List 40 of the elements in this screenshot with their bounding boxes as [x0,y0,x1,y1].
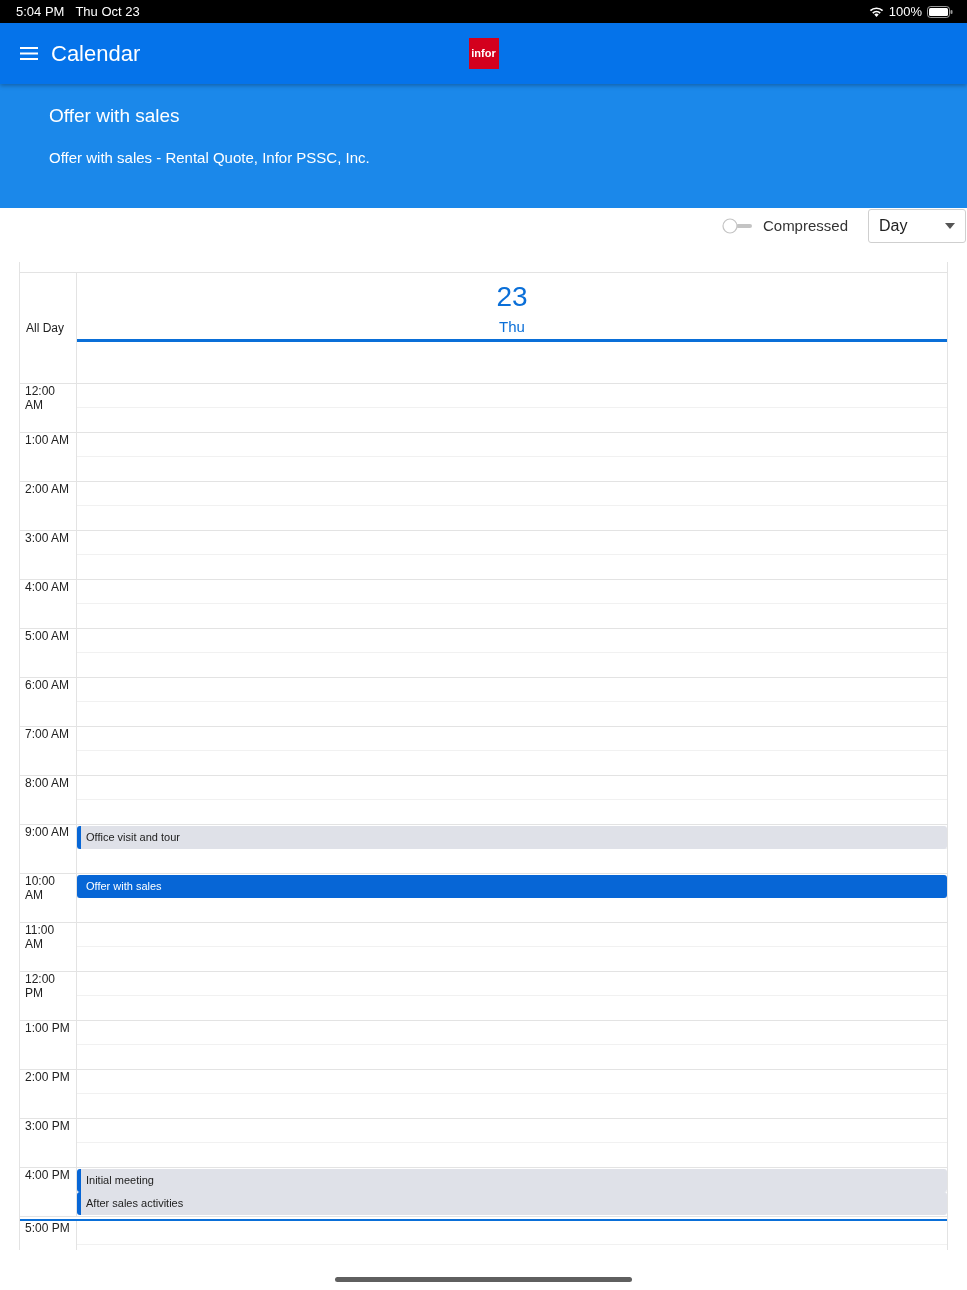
hour-label: 11:00 AM [25,923,56,951]
hour-label: 4:00 PM [25,1168,71,1182]
hour-label: 3:00 AM [25,531,71,545]
battery-icon [927,5,953,18]
battery-percent: 100% [888,2,922,21]
all-day-label: All Day [26,320,64,337]
calendar-event[interactable]: After sales activities [77,1192,947,1215]
hour-label: 2:00 AM [25,482,71,496]
wifi-icon [868,6,884,17]
hour-label: 1:00 PM [25,1021,71,1035]
toggle-label: Compressed [762,215,848,236]
hour-label: 4:00 AM [25,580,71,594]
hour-label: 5:00 AM [25,629,71,643]
calendar-event[interactable]: Initial meeting [77,1169,947,1192]
hour-label: 6:00 AM [25,678,71,692]
app-title: Calendar [51,40,141,68]
weekday-label: Thu [499,317,525,337]
home-indicator[interactable] [335,1277,632,1282]
hour-label: 10:00 AM [25,874,57,902]
event-subtitle: Offer with sales - Rental Quote, Infor PSSC, Inc. [49,148,370,168]
hour-label: 7:00 AM [25,727,71,741]
hour-label: 3:00 PM [25,1119,71,1133]
calendar-event[interactable]: Office visit and tour [77,826,947,849]
hour-label: 8:00 AM [25,776,71,790]
logo-badge: infor [468,38,499,69]
date-number[interactable]: 23 [496,281,528,313]
hour-label: 12:00 AM [25,384,57,412]
view-dropdown[interactable]: Day [868,209,966,243]
hour-label: 9:00 AM [25,825,71,839]
menu-icon[interactable] [20,47,38,60]
hour-label: 1:00 AM [25,433,71,447]
toggle-switch[interactable] [721,218,752,234]
status-time: 5:04 PM [16,2,65,21]
hour-label: 12:00 PM [25,972,57,1000]
hour-label: 5:00 PM [25,1221,71,1235]
calendar-event[interactable]: Offer with sales [77,875,947,898]
hour-label: 2:00 PM [25,1070,71,1084]
event-title: Offer with sales [49,104,180,128]
caret-icon [945,223,955,229]
status-date: Thu Oct 23 [75,2,140,21]
